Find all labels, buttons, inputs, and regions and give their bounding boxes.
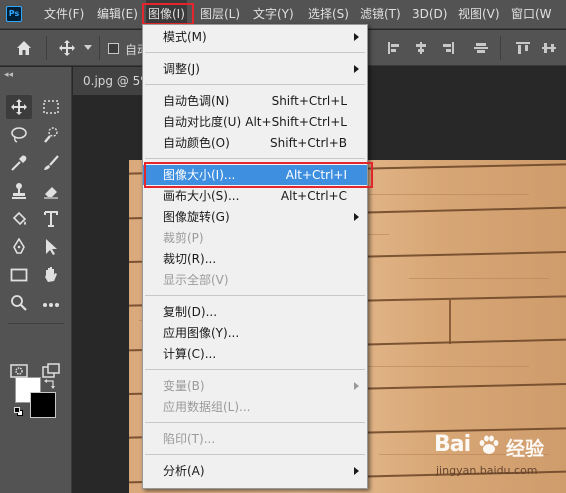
menu-item-apply-image[interactable]: 应用图像(Y)... <box>143 323 367 343</box>
menu-item-analysis[interactable]: 分析(A) <box>143 461 367 481</box>
rectangle-tool-icon[interactable] <box>6 263 32 287</box>
menu-separator <box>145 84 365 85</box>
paint-bucket-tool-icon[interactable] <box>6 207 32 231</box>
submenu-arrow-icon <box>354 467 359 475</box>
baidu-paw-icon <box>479 435 499 454</box>
chevron-down-icon[interactable] <box>84 45 92 51</box>
auto-select-checkbox[interactable] <box>108 43 119 54</box>
screen-mode-icon[interactable] <box>38 359 64 383</box>
menu-separator <box>145 158 365 159</box>
more-tools-icon[interactable] <box>38 291 64 315</box>
menu-item-apply-data-set: 应用数据组(L)... <box>163 400 251 414</box>
menu-item-auto-color[interactable]: 自动颜色(O) Shift+Ctrl+B <box>143 133 367 153</box>
menu-separator <box>145 52 365 53</box>
quick-selection-tool-icon[interactable] <box>38 123 64 147</box>
divider <box>8 323 64 324</box>
align-horizontal-centers-icon[interactable] <box>414 42 428 54</box>
menu-separator <box>145 454 365 455</box>
hand-tool-icon[interactable] <box>38 263 64 287</box>
submenu-arrow-icon <box>354 65 359 73</box>
menu-window[interactable]: 窗口(W <box>511 0 552 29</box>
menu-separator <box>145 295 365 296</box>
align-right-edges-icon[interactable] <box>440 42 454 54</box>
image-menu-dropdown: 模式(M) 调整(J) 自动色调(N) Shift+Ctrl+L 自动对比度(U)… <box>142 24 368 489</box>
menu-separator <box>145 369 365 370</box>
menu-edit[interactable]: 编辑(E) <box>97 0 138 29</box>
align-vertical-centers-icon[interactable] <box>474 42 488 54</box>
menu-image-highlight-box <box>142 3 194 25</box>
eraser-tool-icon[interactable] <box>38 179 64 203</box>
menu-item-calculations[interactable]: 计算(C)... <box>143 344 367 364</box>
baidu-jingyan-watermark: Bai 经验 jingyan.baidu.com <box>434 432 564 490</box>
pen-tool-icon[interactable] <box>6 235 32 259</box>
menu-item-crop: 裁剪(P) <box>163 231 204 245</box>
eyedropper-tool-icon[interactable] <box>6 151 32 175</box>
distribute-top-edges-icon[interactable] <box>516 42 530 54</box>
divider <box>99 36 100 60</box>
distribute-vertical-centers-icon[interactable] <box>542 42 556 54</box>
watermark-brand-suffix: 经验 <box>506 438 545 460</box>
submenu-arrow-icon <box>354 33 359 41</box>
menu-view[interactable]: 视图(V) <box>458 0 500 29</box>
menu-item-trim[interactable]: 裁切(R)... <box>143 249 367 269</box>
divider <box>500 36 501 60</box>
brush-tool-icon[interactable] <box>38 151 64 175</box>
image-size-highlight-box <box>144 162 373 188</box>
submenu-arrow-icon <box>354 382 359 390</box>
menu-item-trap: 陷印(T)... <box>163 432 216 446</box>
menu-item-mode[interactable]: 模式(M) <box>143 27 367 47</box>
align-left-edges-icon[interactable] <box>388 42 402 54</box>
menu-file[interactable]: 文件(F) <box>44 0 84 29</box>
move-icon[interactable] <box>58 39 76 57</box>
marquee-tool-icon[interactable] <box>38 95 64 119</box>
menu-item-auto-tone[interactable]: 自动色调(N) Shift+Ctrl+L <box>143 91 367 111</box>
menu-item-canvas-size[interactable]: 画布大小(S)... Alt+Ctrl+C <box>143 186 367 206</box>
divider <box>46 36 47 60</box>
home-icon[interactable] <box>16 40 32 56</box>
path-selection-tool-icon[interactable] <box>38 235 64 259</box>
watermark-url: jingyan.baidu.com <box>436 464 538 477</box>
background-color-swatch[interactable] <box>30 392 56 418</box>
menu-item-adjustments[interactable]: 调整(J) <box>143 59 367 79</box>
default-colors-icon[interactable] <box>14 407 24 417</box>
clone-stamp-tool-icon[interactable] <box>6 179 32 203</box>
photoshop-logo: Ps <box>6 6 22 22</box>
menu-separator <box>145 422 365 423</box>
document-tab[interactable]: 0.jpg @ 5% <box>73 67 153 95</box>
menu-item-variables: 变量(B) <box>143 376 367 396</box>
toolbox-collapse-icon[interactable]: ◂◂ <box>4 70 13 80</box>
menu-3d[interactable]: 3D(D) <box>412 0 447 29</box>
menu-item-image-rotation[interactable]: 图像旋转(G) <box>143 207 367 227</box>
zoom-tool-icon[interactable] <box>6 291 32 315</box>
lasso-tool-icon[interactable] <box>6 123 32 147</box>
toolbox: ◂◂ <box>0 67 72 493</box>
menu-item-duplicate[interactable]: 复制(D)... <box>143 302 367 322</box>
quick-mask-icon[interactable] <box>6 359 32 383</box>
menu-item-auto-contrast[interactable]: 自动对比度(U) Alt+Shift+Ctrl+L <box>143 112 367 132</box>
submenu-arrow-icon <box>354 213 359 221</box>
move-tool-icon[interactable] <box>6 95 32 119</box>
menu-item-reveal-all: 显示全部(V) <box>163 273 229 287</box>
watermark-brand: Bai <box>434 432 471 457</box>
type-tool-icon[interactable] <box>38 207 64 231</box>
